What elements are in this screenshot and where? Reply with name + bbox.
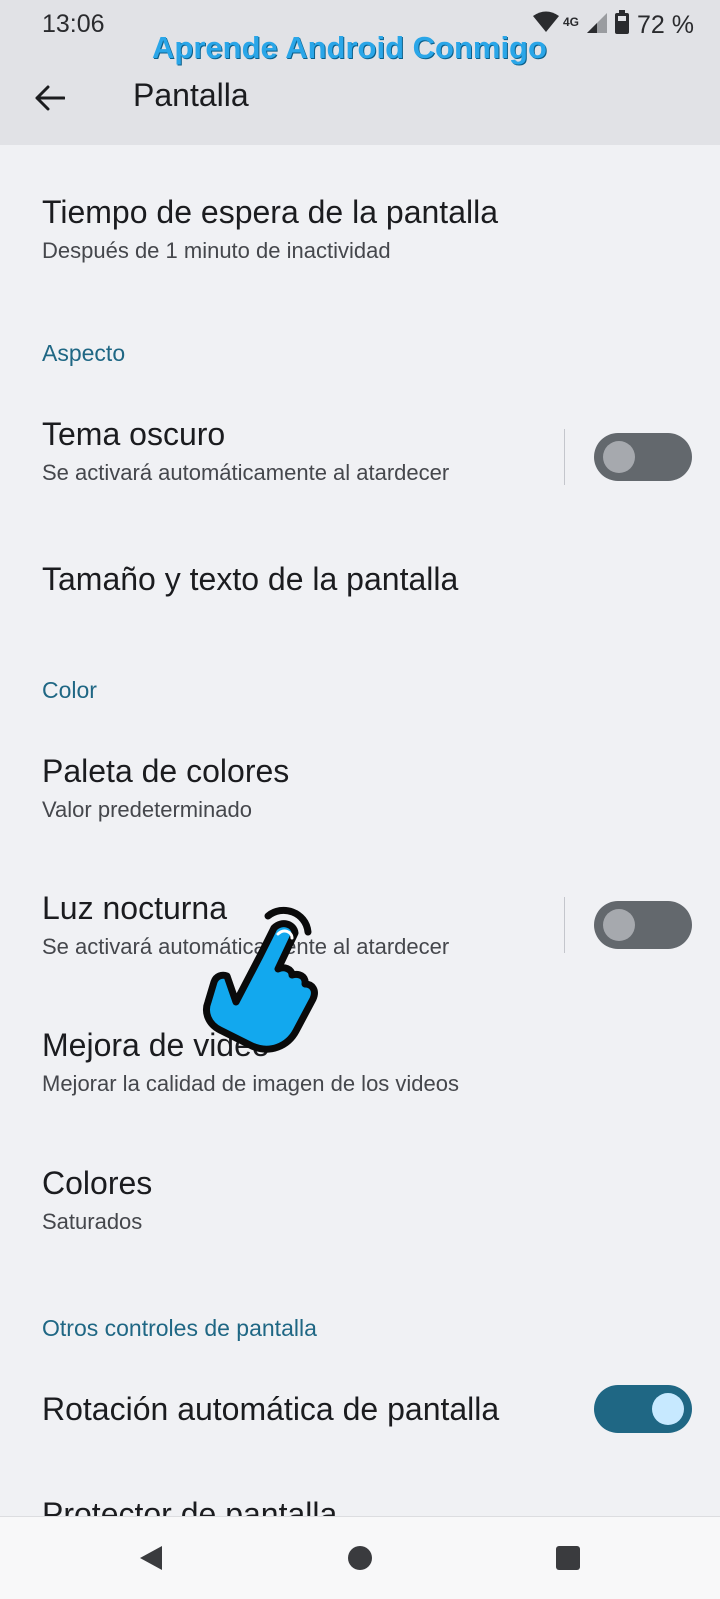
- divider: [564, 897, 565, 953]
- back-arrow-icon[interactable]: [30, 78, 70, 118]
- section-header-other-controls: Otros controles de pantalla: [42, 1315, 317, 1341]
- toggle-knob: [652, 1393, 684, 1425]
- setting-colors[interactable]: Colores Saturados: [42, 1163, 720, 1237]
- setting-video-enhancement[interactable]: Mejora de video Mejorar la calidad de im…: [42, 1025, 720, 1099]
- setting-subtitle: Después de 1 minuto de inactividad: [42, 238, 391, 263]
- battery-level: 72 %: [637, 10, 694, 39]
- toggle-knob: [603, 441, 635, 473]
- watermark-text: Aprende Android Conmigo: [152, 30, 547, 65]
- setting-title: Paleta de colores: [42, 753, 290, 789]
- setting-dark-theme[interactable]: Tema oscuro Se activará automáticamente …: [42, 414, 550, 488]
- setting-screensaver[interactable]: Protector de pantalla: [42, 1494, 720, 1516]
- setting-screen-timeout[interactable]: Tiempo de espera de la pantalla Después …: [42, 192, 720, 266]
- nav-recents-icon[interactable]: [551, 1541, 585, 1575]
- divider: [564, 429, 565, 485]
- wifi-icon: [533, 11, 559, 40]
- setting-title: Mejora de video: [42, 1027, 270, 1063]
- setting-subtitle: Saturados: [42, 1209, 143, 1234]
- night-light-toggle[interactable]: [594, 901, 692, 949]
- setting-title: Colores: [42, 1165, 153, 1201]
- battery-icon: [615, 9, 630, 41]
- setting-title: Protector de pantalla: [42, 1496, 338, 1516]
- network-type: 4G: [563, 15, 580, 29]
- section-header-appearance: Aspecto: [42, 340, 126, 366]
- signal-icon: [587, 11, 608, 40]
- setting-subtitle: Se activará automáticamente al atardecer: [42, 460, 450, 485]
- setting-auto-rotate[interactable]: Rotación automática de pantalla: [42, 1389, 550, 1429]
- nav-back-icon[interactable]: [134, 1541, 168, 1575]
- setting-display-size[interactable]: Tamaño y texto de la pantalla: [42, 559, 720, 599]
- setting-subtitle: Mejorar la calidad de imagen de los vide…: [42, 1071, 460, 1096]
- nav-home-icon[interactable]: [343, 1541, 377, 1575]
- pointing-hand-icon: [196, 906, 326, 1056]
- setting-title: Rotación automática de pantalla: [42, 1391, 500, 1427]
- system-nav-bar: [0, 1516, 720, 1599]
- auto-rotate-toggle[interactable]: [594, 1385, 692, 1433]
- setting-color-palette[interactable]: Paleta de colores Valor predeterminado: [42, 751, 720, 825]
- setting-title: Tiempo de espera de la pantalla: [42, 194, 498, 230]
- status-icons: 4G 72 %: [533, 9, 694, 41]
- page-title: Pantalla: [133, 77, 249, 113]
- setting-subtitle: Valor predeterminado: [42, 797, 252, 822]
- setting-title: Tema oscuro: [42, 416, 226, 452]
- section-header-color: Color: [42, 677, 97, 703]
- dark-theme-toggle[interactable]: [594, 433, 692, 481]
- toggle-knob: [603, 909, 635, 941]
- top-app-bar: 13:06 Aprende Android Conmigo 4G 72 % Pa…: [0, 0, 720, 145]
- status-time: 13:06: [42, 10, 105, 38]
- setting-title: Tamaño y texto de la pantalla: [42, 561, 459, 597]
